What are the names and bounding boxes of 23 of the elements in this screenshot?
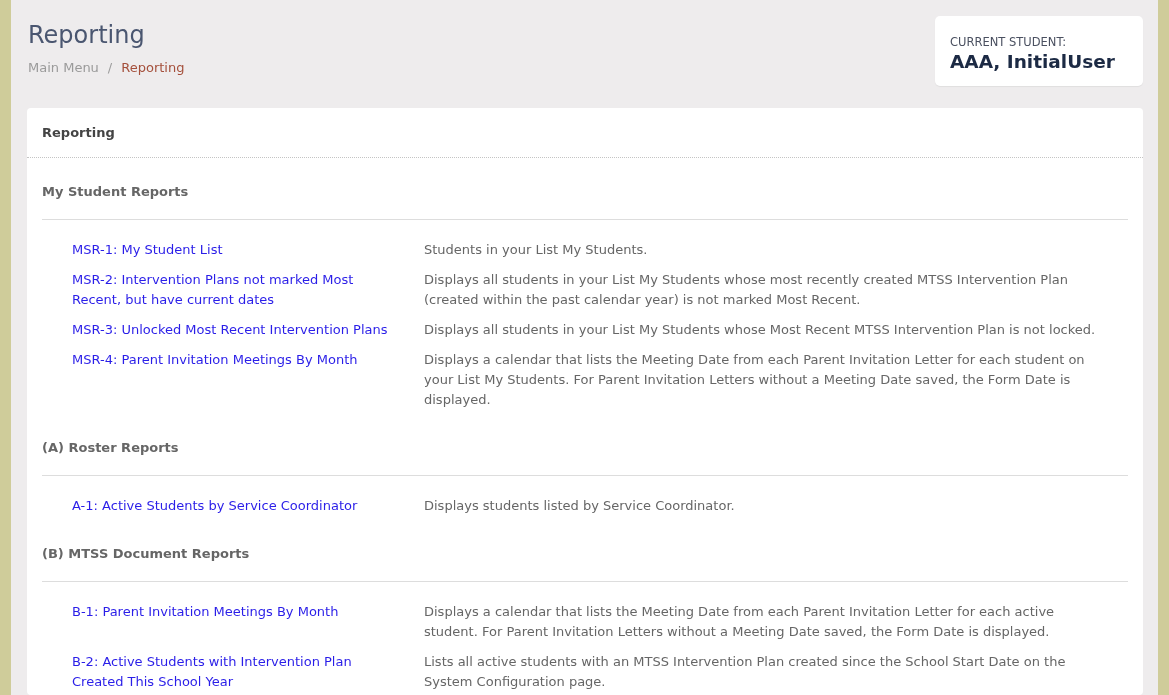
report-description: Displays students listed by Service Coordinator. — [424, 497, 736, 515]
section-heading: (B) MTSS Document Reports — [42, 545, 250, 563]
report-link[interactable]: MSR-2: Intervention Plans not marked Most Recent, but have current dates — [72, 270, 400, 310]
report-description: Displays all students in your List My Students whose most recently created MTSS Intervention Plan (created within the past calendar year) is not marked Most Recent. — [424, 271, 1069, 309]
section-heading: My Student Reports — [42, 183, 189, 201]
page-title: Reporting — [28, 20, 145, 51]
report-link[interactable]: MSR-1: My Student List — [72, 240, 223, 260]
report-description: Displays a calendar that lists the Meeting Date from each Parent Invitation Letter for each active student. For Parent Invitation Letters without a Meeting Date saved, the Form Date is displayed. — [424, 603, 1056, 641]
report-description: Lists all active students with an MTSS Intervention Plan created since the School Start Date on the System Configuration page. — [424, 653, 1067, 691]
report-description: Displays a calendar that lists the Meeting Date from each Parent Invitation Letter for each student on your List My Students. For Parent Invitation Letters without a Meeting Date saved, the Form Date is displayed. — [424, 351, 1086, 409]
report-link[interactable]: MSR-4: Parent Invitation Meetings By Month — [72, 350, 358, 370]
report-description: Displays all students in your List My Students whose Most Recent MTSS Intervention Plan is not locked. — [424, 321, 1097, 339]
breadcrumb-current: Reporting — [121, 59, 185, 77]
report-link[interactable]: MSR-3: Unlocked Most Recent Intervention Plans — [72, 320, 388, 340]
report-link[interactable]: B-2: Active Students with Intervention Plan Created This School Year — [72, 652, 400, 692]
current-student-label: CURRENT STUDENT: — [950, 34, 1067, 50]
report-link[interactable]: A-1: Active Students by Service Coordinator — [72, 496, 358, 516]
section-heading: (A) Roster Reports — [42, 439, 179, 457]
panel-title: Reporting — [42, 123, 115, 142]
current-student-name: AAA, InitialUser — [950, 50, 1115, 74]
report-description: Students in your List My Students. — [424, 241, 649, 259]
report-link[interactable]: B-1: Parent Invitation Meetings By Month — [72, 602, 339, 622]
breadcrumb-separator: / — [107, 59, 113, 77]
